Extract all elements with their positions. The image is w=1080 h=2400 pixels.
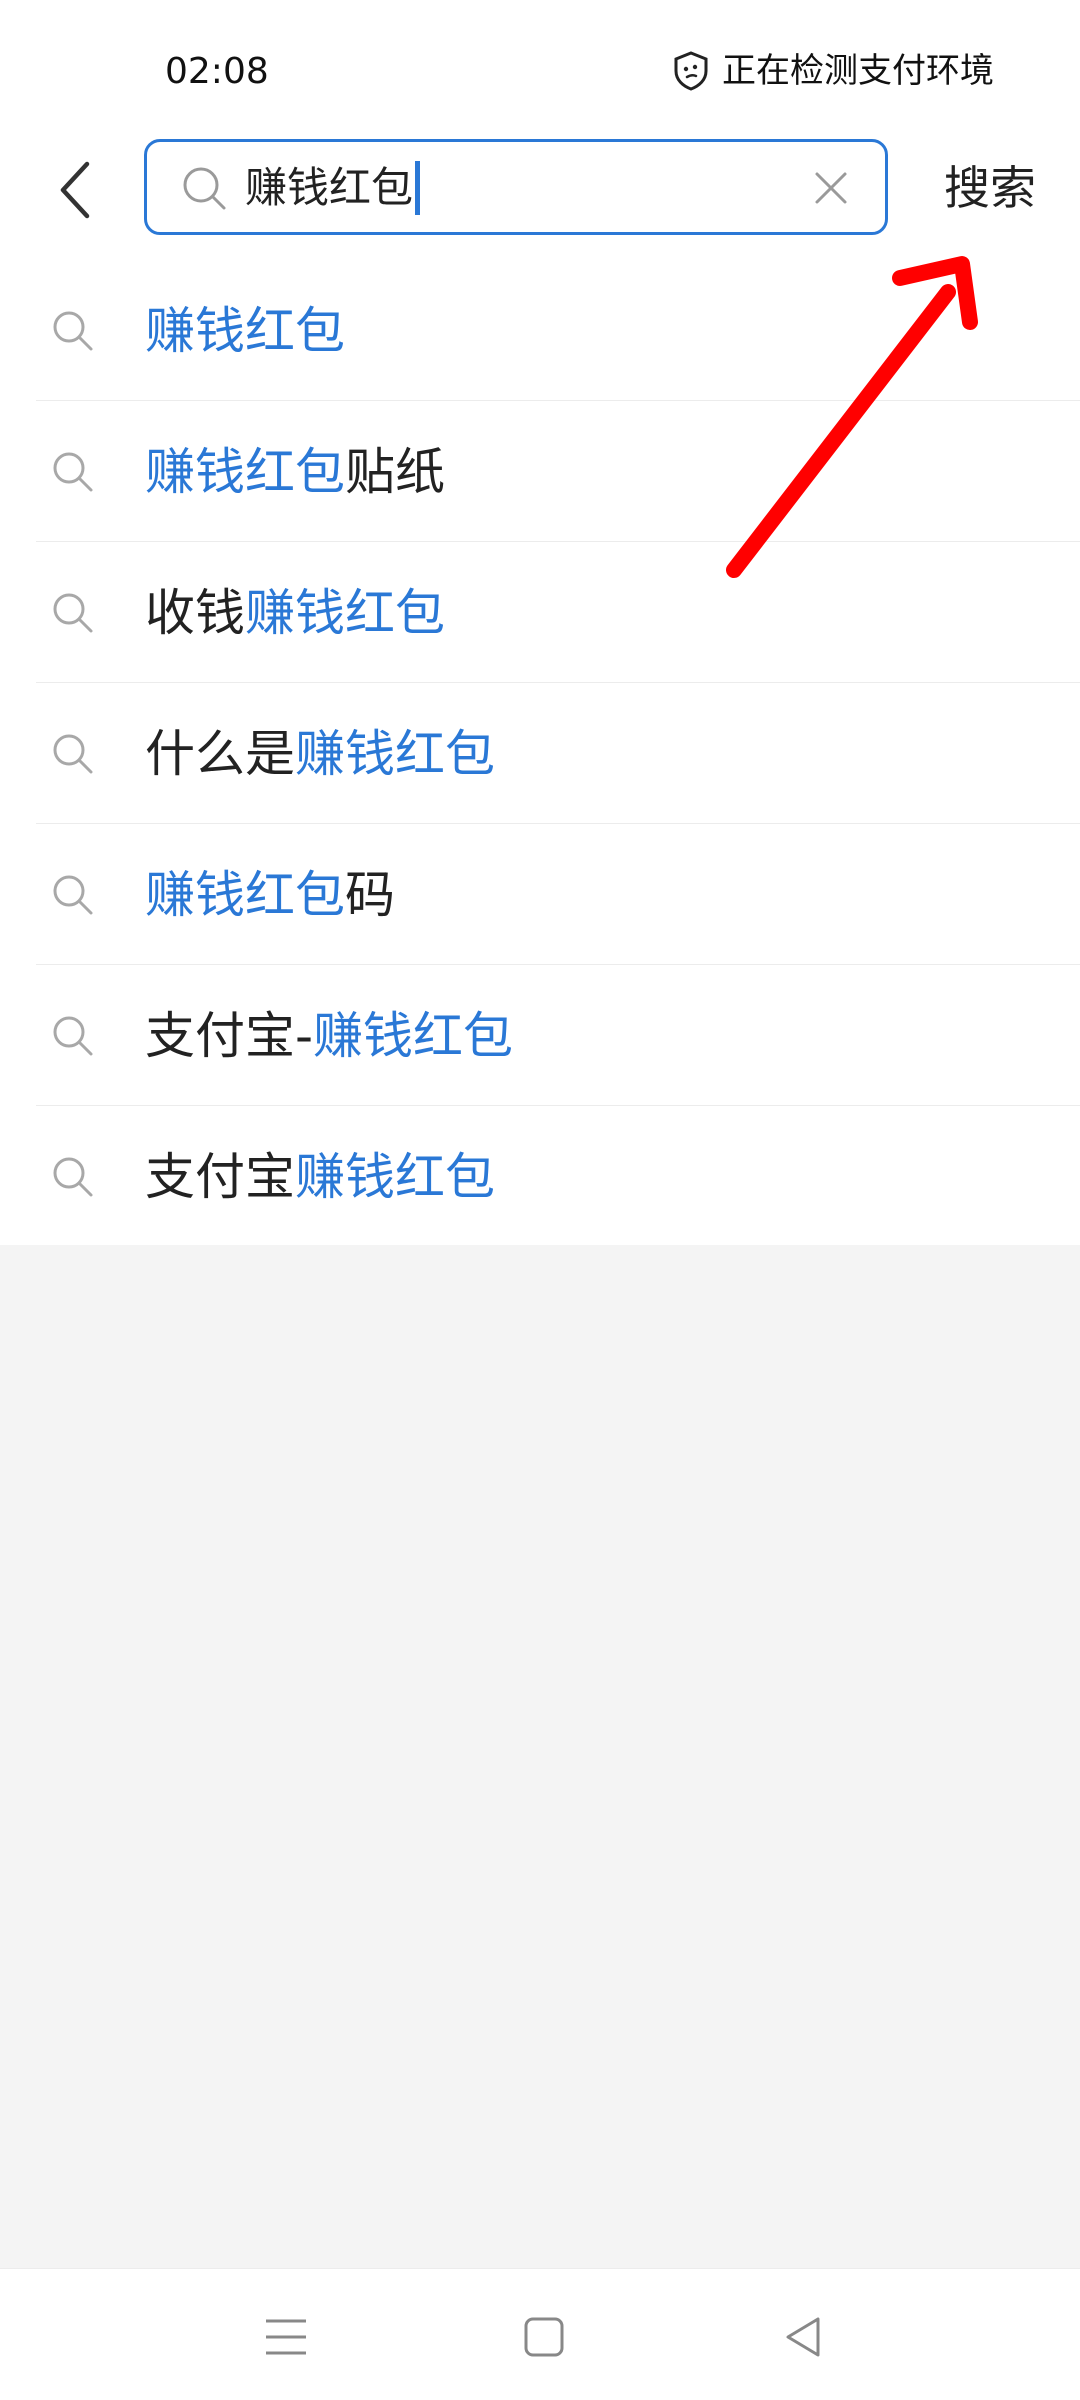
search-icon	[53, 734, 93, 774]
suggestion-highlight: 赚钱红包	[295, 1148, 495, 1206]
system-nav-bar	[0, 2268, 1080, 2400]
back-button[interactable]	[40, 155, 110, 225]
search-query-text[interactable]: 赚钱红包	[245, 158, 421, 218]
text-caret	[415, 161, 421, 215]
clear-icon[interactable]	[811, 168, 851, 208]
suggestion-plain: 支付宝-	[145, 1007, 314, 1065]
search-query-value: 赚钱红包	[245, 163, 414, 212]
status-time: 02:08	[165, 51, 269, 92]
suggestion-plain: 收钱	[145, 584, 245, 642]
suggestion-highlight: 赚钱红包	[313, 1007, 514, 1065]
suggestion-highlight: 赚钱红包	[295, 725, 495, 783]
suggestion-text: 收钱赚钱红包	[145, 582, 445, 644]
suggestion-highlight: 赚钱红包	[145, 443, 345, 501]
suggestion-plain: 贴纸	[345, 443, 445, 501]
suggestion-item[interactable]: 支付宝-赚钱红包	[0, 965, 1080, 1106]
search-icon	[53, 1157, 93, 1197]
suggestion-plain: 什么是	[145, 725, 295, 783]
search-header: 赚钱红包 搜索	[0, 135, 1080, 245]
search-button[interactable]: 搜索	[920, 153, 1060, 223]
back-triangle-icon[interactable]	[776, 2309, 832, 2365]
suggestion-plain: 码	[345, 866, 395, 924]
suggestion-text: 赚钱红包码	[145, 864, 395, 926]
home-square-icon[interactable]	[516, 2309, 572, 2365]
annotation-arrow-icon	[726, 256, 978, 578]
search-icon	[53, 1016, 93, 1056]
suggestion-item[interactable]: 支付宝赚钱红包	[0, 1106, 1080, 1247]
menu-icon[interactable]	[258, 2309, 314, 2365]
shield-icon	[674, 51, 708, 91]
suggestion-text: 赚钱红包贴纸	[145, 441, 445, 503]
suggestion-text: 什么是赚钱红包	[145, 723, 495, 785]
search-icon	[53, 311, 93, 351]
suggestion-text: 赚钱红包	[145, 300, 345, 362]
suggestion-text: 支付宝赚钱红包	[145, 1146, 495, 1208]
status-bar: 02:08 正在检测支付环境	[0, 0, 1080, 135]
search-icon	[53, 593, 93, 633]
search-icon	[183, 167, 226, 210]
security-status-text: 正在检测支付环境	[722, 51, 994, 91]
suggestion-highlight: 赚钱红包	[145, 302, 345, 360]
suggestion-plain: 支付宝	[145, 1148, 295, 1206]
suggestion-text: 支付宝-赚钱红包	[145, 1005, 513, 1067]
payment-security-status: 正在检测支付环境	[672, 46, 994, 96]
search-input[interactable]: 赚钱红包	[144, 139, 888, 235]
search-icon	[53, 452, 93, 492]
suggestion-highlight: 赚钱红包	[245, 584, 445, 642]
chevron-left-icon	[60, 161, 90, 219]
suggestion-item[interactable]: 什么是赚钱红包	[0, 683, 1080, 824]
search-icon	[53, 875, 93, 915]
suggestion-item[interactable]: 赚钱红包码	[0, 824, 1080, 965]
suggestion-highlight: 赚钱红包	[145, 866, 345, 924]
